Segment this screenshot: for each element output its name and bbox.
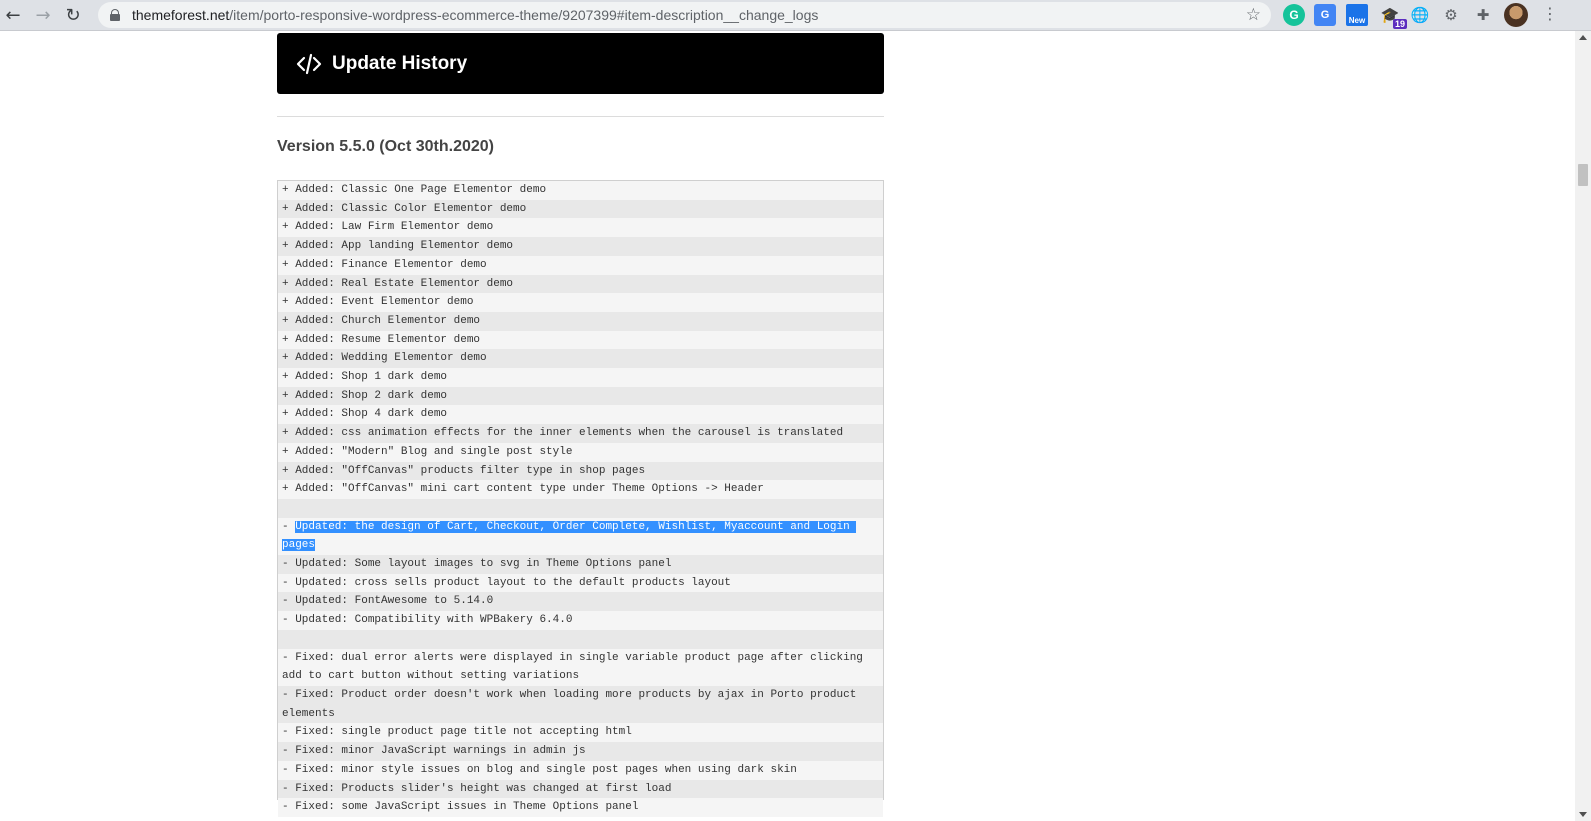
changelog-line: + Added: Shop 2 dark demo — [278, 386, 883, 406]
changelog-line-text: - Updated: Some layout images to svg in … — [282, 558, 672, 571]
changelog-line: + Added: Finance Elementor demo — [278, 255, 883, 275]
update-history-header: Update History — [277, 33, 884, 94]
changelog-block[interactable]: + Added: Classic One Page Elementor demo… — [277, 180, 884, 817]
changelog-line: - Updated: Compatibility with WPBakery 6… — [278, 611, 883, 630]
extensions-puzzle-icon[interactable]: ✚ — [1472, 4, 1494, 26]
changelog-line-text: + Added: Shop 1 dark demo — [282, 371, 448, 384]
changelog-line: + Added: Classic One Page Elementor demo — [278, 181, 883, 200]
profile-avatar[interactable] — [1504, 3, 1528, 27]
changelog-line: - Fixed: Product order doesn't work when… — [278, 685, 883, 724]
changelog-line: + Added: css animation effects for the i… — [278, 424, 883, 443]
changelog-line-text: + Added: Shop 4 dark demo — [282, 408, 448, 421]
page-content: Update History Version 5.5.0 (Oct 30th.2… — [0, 31, 1575, 821]
changelog-line-text: + Added: "OffCanvas" mini cart content t… — [282, 483, 764, 496]
changelog-line: + Added: Resume Elementor demo — [278, 330, 883, 350]
changelog-line: - Fixed: dual error alerts were displaye… — [278, 648, 883, 686]
changelog-line — [278, 498, 883, 518]
changelog-line: - Fixed: some JavaScript issues in Theme… — [278, 798, 883, 817]
changelog-line-text: + Added: Shop 2 dark demo — [282, 389, 448, 402]
changelog-line: + Added: Shop 1 dark demo — [278, 368, 883, 387]
changelog-line: - Updated: Some layout images to svg in … — [278, 555, 883, 574]
reload-icon[interactable]: ↻ — [60, 2, 86, 28]
browser-toolbar: ← → ↻ themeforest.net/item/porto-respons… — [0, 0, 1591, 31]
changelog-line: + Added: "OffCanvas" products filter typ… — [278, 461, 883, 481]
bookmark-star-icon[interactable]: ☆ — [1246, 5, 1261, 25]
changelog-line-text: - Fixed: single product page title not a… — [282, 726, 632, 739]
back-icon[interactable]: ← — [0, 2, 26, 28]
browser-menu-icon[interactable]: ⋮ — [1540, 4, 1560, 23]
changelog-line-text: - Fixed: dual error alerts were displaye… — [282, 651, 870, 683]
changelog-line: + Added: Law Firm Elementor demo — [278, 218, 883, 238]
extension-badge-count: 19 — [1392, 19, 1407, 29]
url-host: themeforest.net — [132, 7, 230, 23]
address-bar[interactable]: themeforest.net/item/porto-responsive-wo… — [98, 2, 1271, 28]
grammarly-icon[interactable]: G — [1283, 4, 1305, 26]
scrollbar-thumb[interactable] — [1578, 164, 1588, 186]
globe-icon[interactable]: 🌐 — [1409, 4, 1431, 26]
changelog-line-text: + Added: Real Estate Elementor demo — [282, 277, 514, 290]
scroll-up-arrow-icon[interactable] — [1579, 35, 1587, 40]
changelog-line: + Added: Event Elementor demo — [278, 293, 883, 312]
changelog-line-text: - Updated: cross sells product layout to… — [282, 576, 731, 589]
scroll-down-arrow-icon[interactable] — [1579, 812, 1587, 817]
changelog-line-text: - Updated: Compatibility with WPBakery 6… — [282, 614, 573, 627]
changelog-line-text: + Added: css animation effects for the i… — [282, 427, 844, 440]
changelog-line-text: + Added: Wedding Elementor demo — [282, 352, 487, 365]
changelog-line-text: + Added: Church Elementor demo — [282, 314, 481, 327]
changelog-line-text: + Added: Classic One Page Elementor demo — [282, 184, 547, 196]
url-text[interactable]: themeforest.net/item/porto-responsive-wo… — [132, 7, 818, 23]
page-scrollbar[interactable] — [1575, 31, 1591, 821]
changelog-line-prefix: - — [282, 520, 296, 533]
changelog-line: + Added: "OffCanvas" mini cart content t… — [278, 480, 883, 499]
changelog-line: - Fixed: minor JavaScript warnings in ad… — [278, 742, 883, 761]
url-path: /item/porto-responsive-wordpress-ecommer… — [229, 7, 819, 23]
changelog-line-text: - Fixed: minor JavaScript warnings in ad… — [282, 745, 586, 758]
changelog-line: + Added: Real Estate Elementor demo — [278, 274, 883, 294]
changelog-line: + Added: Classic Color Elementor demo — [278, 199, 883, 219]
graduation-cap-icon[interactable]: 🎓 19 — [1379, 4, 1407, 29]
changelog-line-text: - Fixed: Products slider's height was ch… — [282, 782, 672, 795]
changelog-line-text: - Updated: FontAwesome to 5.14.0 — [282, 595, 494, 608]
translate-icon[interactable]: G — [1314, 4, 1336, 26]
changelog-line-text: - Fixed: some JavaScript issues in Theme… — [282, 801, 639, 814]
new-extension-icon[interactable]: New — [1346, 4, 1368, 26]
changelog-line-text: + Added: Resume Elementor demo — [282, 333, 481, 346]
changelog-line-text: + Added: Finance Elementor demo — [282, 258, 487, 271]
changelog-line: + Added: "Modern" Blog and single post s… — [278, 442, 883, 462]
changelog-line: - Updated: the design of Cart, Checkout,… — [278, 517, 883, 556]
film-reel-icon[interactable]: ⚙ — [1440, 4, 1462, 26]
changelog-line: + Added: Wedding Elementor demo — [278, 349, 883, 369]
section-divider — [277, 116, 884, 117]
changelog-line-text: - Fixed: Product order doesn't work when… — [282, 688, 863, 720]
version-heading: Version 5.5.0 (Oct 30th.2020) — [277, 138, 494, 155]
changelog-line: - Updated: FontAwesome to 5.14.0 — [278, 592, 883, 612]
changelog-line-text: + Added: Law Firm Elementor demo — [282, 221, 494, 234]
forward-icon[interactable]: → — [30, 2, 56, 28]
changelog-line: - Fixed: single product page title not a… — [278, 723, 883, 743]
changelog-line-text: + Added: "Modern" Blog and single post s… — [282, 445, 573, 458]
changelog-line: + Added: Shop 4 dark demo — [278, 405, 883, 425]
changelog-line: + Added: App landing Elementor demo — [278, 237, 883, 256]
changelog-line-text: + Added: App landing Elementor demo — [282, 240, 514, 253]
changelog-line-text: - Fixed: minor style issues on blog and … — [282, 763, 797, 776]
changelog-line: - Fixed: Products slider's height was ch… — [278, 779, 883, 799]
update-history-title: Update History — [332, 52, 468, 74]
changelog-line: - Updated: cross sells product layout to… — [278, 573, 883, 593]
changelog-line: - Fixed: minor style issues on blog and … — [278, 760, 883, 780]
selected-text: Updated: the design of Cart, Checkout, O… — [282, 520, 857, 552]
lock-icon[interactable] — [110, 9, 120, 21]
changelog-line — [278, 629, 883, 649]
code-icon — [296, 53, 322, 74]
changelog-line-text: + Added: "OffCanvas" products filter typ… — [282, 464, 646, 477]
changelog-line-text: + Added: Classic Color Elementor demo — [282, 202, 527, 215]
changelog-line: + Added: Church Elementor demo — [278, 311, 883, 331]
changelog-line-text: + Added: Event Elementor demo — [282, 296, 474, 309]
